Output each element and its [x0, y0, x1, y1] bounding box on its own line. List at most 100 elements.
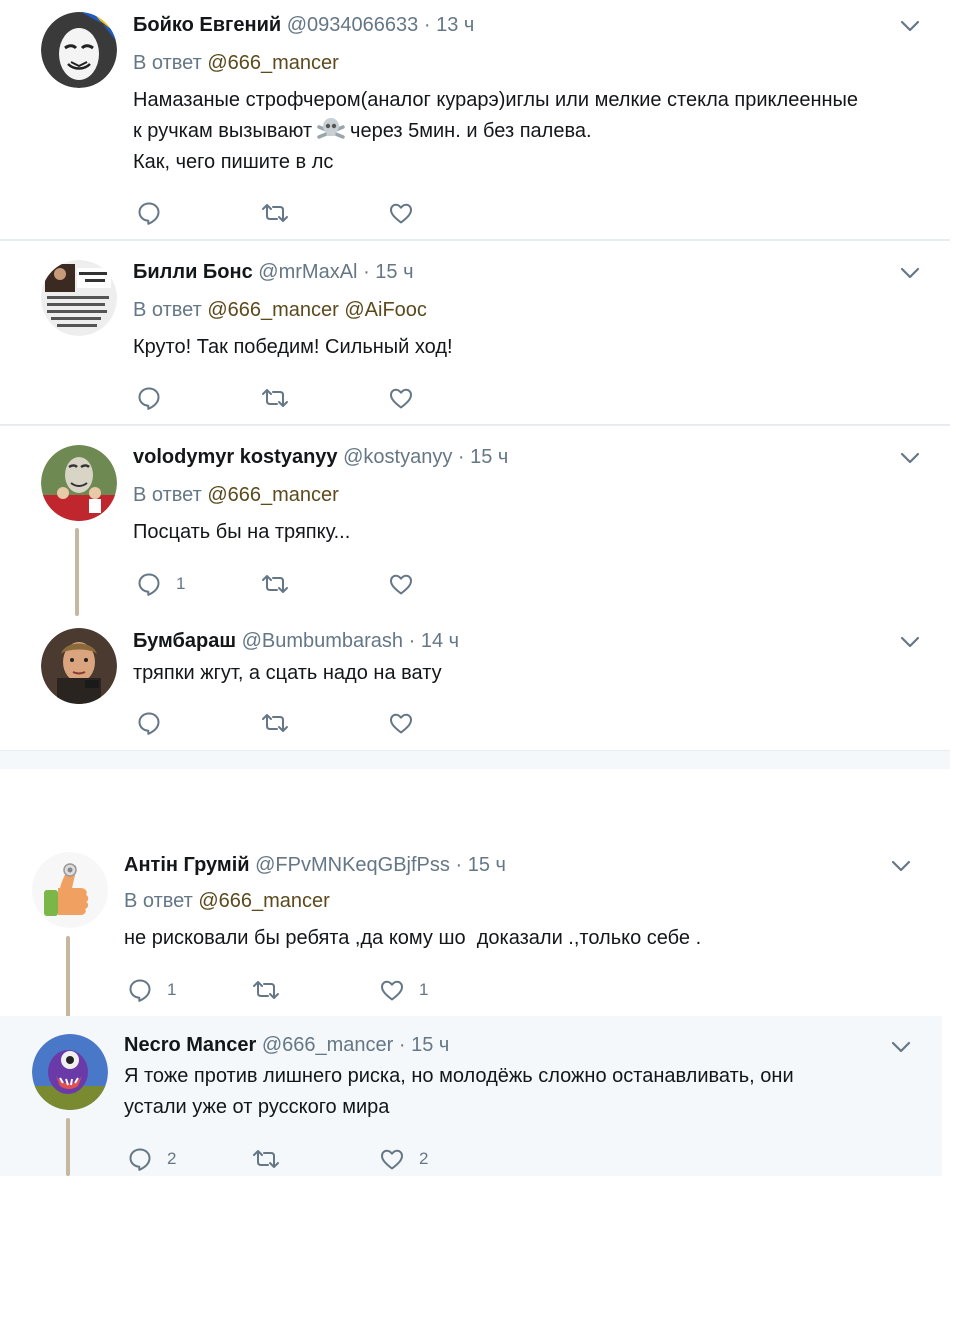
separator-dot: · — [423, 14, 431, 36]
mention-link[interactable]: @AiFooc — [344, 299, 427, 321]
like-button[interactable] — [388, 383, 428, 413]
reply-to-label: В ответ — [133, 484, 202, 506]
reply-button[interactable] — [136, 708, 176, 738]
tweet-text: Я тоже против лишнего риска, но молодёжь… — [124, 1061, 924, 1123]
avatar-image — [41, 628, 117, 704]
chevron-down-icon[interactable] — [899, 15, 921, 37]
tweet-actions: 1 1 — [127, 975, 527, 1005]
like-count: 2 — [419, 1149, 429, 1168]
mention-link[interactable]: @666_mancer — [207, 299, 338, 321]
author-name[interactable]: Билли Бонс — [133, 261, 253, 283]
reply-icon — [127, 977, 153, 1003]
retweet-button[interactable] — [260, 708, 304, 738]
thread-connector — [66, 936, 70, 1028]
reply-button[interactable]: 1 — [136, 569, 185, 599]
avatar-image — [32, 852, 108, 928]
tweet-actions: 1 — [136, 569, 536, 599]
reply-icon — [136, 200, 162, 226]
retweet-icon — [260, 710, 290, 736]
mention-link[interactable]: @666_mancer — [198, 890, 329, 912]
tweet-text-line: Намазаные строфчером(аналог курарэ)иглы … — [133, 89, 859, 111]
reply-count: 2 — [167, 1149, 177, 1168]
retweet-icon — [251, 977, 281, 1003]
separator-dot: · — [455, 854, 463, 876]
timestamp[interactable]: 15 ч — [375, 261, 413, 283]
avatar[interactable] — [41, 628, 117, 704]
tweet[interactable]: volodymyr kostyanyy @kostyanyy · 15 ч В … — [0, 426, 950, 616]
avatar[interactable] — [32, 852, 108, 928]
reply-button[interactable]: 2 — [127, 1144, 176, 1174]
timestamp[interactable]: 15 ч — [470, 446, 508, 468]
like-button[interactable] — [388, 569, 428, 599]
tweet[interactable]: Билли Бонс @mrMaxAl · 15 ч В ответ @666_… — [0, 241, 950, 423]
retweet-button[interactable] — [260, 383, 304, 413]
separator-dot: · — [457, 446, 465, 468]
chevron-down-icon[interactable] — [899, 447, 921, 469]
author-name[interactable]: Бумбараш — [133, 630, 236, 652]
tweet-text-fragment: к ручкам вызывают — [133, 120, 313, 142]
chevron-down-icon[interactable] — [890, 1036, 912, 1058]
tweet-highlighted[interactable]: Necro Mancer @666_mancer · 15 ч Я тоже п… — [0, 1016, 942, 1176]
author-name[interactable]: Бойко Евгений — [133, 14, 281, 36]
author-handle[interactable]: @666_mancer — [262, 1034, 393, 1056]
thread-divider — [0, 750, 950, 769]
reply-icon — [136, 385, 162, 411]
avatar-image — [32, 1034, 108, 1110]
tweet[interactable]: Бумбараш @Bumbumbarash · 14 ч тряпки жгу… — [0, 616, 950, 750]
reply-button[interactable]: 1 — [127, 975, 176, 1005]
author-handle[interactable]: @Bumbumbarash — [242, 630, 403, 652]
reply-button[interactable] — [136, 383, 176, 413]
avatar[interactable] — [32, 1034, 108, 1110]
thread-connector — [75, 528, 79, 616]
avatar[interactable] — [41, 12, 117, 88]
tweet-text: Намазаные строфчером(аналог курарэ)иглы … — [133, 85, 933, 178]
timestamp[interactable]: 14 ч — [421, 630, 459, 652]
retweet-button[interactable] — [251, 1144, 295, 1174]
reply-to-label: В ответ — [124, 890, 193, 912]
mention-link[interactable]: @666_mancer — [207, 484, 338, 506]
like-button[interactable] — [388, 198, 428, 228]
tweet-text: Посцать бы на тряпку... — [133, 521, 351, 543]
separator-dot: · — [408, 630, 416, 652]
chevron-down-icon[interactable] — [899, 262, 921, 284]
reply-count: 1 — [167, 980, 177, 999]
reply-icon — [127, 1146, 153, 1172]
retweet-button[interactable] — [260, 569, 304, 599]
author-handle[interactable]: @mrMaxAl — [258, 261, 357, 283]
like-button[interactable]: 1 — [379, 975, 428, 1005]
tweet-text: Круто! Так победим! Сильный ход! — [133, 336, 453, 358]
chevron-down-icon[interactable] — [899, 631, 921, 653]
retweet-button[interactable] — [260, 198, 304, 228]
author-name[interactable]: Necro Mancer — [124, 1034, 256, 1056]
tweet[interactable]: Бойко Евгений @0934066633 · 13 ч В ответ… — [0, 0, 950, 238]
tweet-text-line: устали уже от русского мира — [124, 1096, 390, 1118]
skull-and-crossbones-icon — [317, 118, 345, 139]
avatar[interactable] — [41, 445, 117, 521]
timestamp[interactable]: 13 ч — [436, 14, 474, 36]
like-button[interactable]: 2 — [379, 1144, 428, 1174]
mention-link[interactable]: @666_mancer — [207, 52, 338, 74]
timestamp[interactable]: 15 ч — [411, 1034, 449, 1056]
tweet-text-line: Я тоже против лишнего риска, но молодёжь… — [124, 1065, 794, 1087]
author-handle[interactable]: @kostyanyy — [343, 446, 452, 468]
chevron-down-icon[interactable] — [890, 855, 912, 877]
tweet-actions: 2 2 — [127, 1144, 527, 1174]
avatar-image — [41, 12, 117, 88]
like-icon — [379, 977, 405, 1003]
tweet-actions — [136, 708, 536, 738]
retweet-icon — [260, 200, 290, 226]
reply-to-label: В ответ — [133, 299, 202, 321]
author-name[interactable]: Антін Грумій — [124, 854, 250, 876]
avatar[interactable] — [41, 260, 117, 336]
timestamp[interactable]: 15 ч — [468, 854, 506, 876]
retweet-icon — [260, 571, 290, 597]
tweet[interactable]: Антін Грумій @FPvMNKeqGBjfPss · 15 ч В о… — [0, 840, 950, 1028]
reply-button[interactable] — [136, 198, 176, 228]
like-button[interactable] — [388, 708, 428, 738]
author-handle[interactable]: @0934066633 — [287, 14, 419, 36]
author-handle[interactable]: @FPvMNKeqGBjfPss — [255, 854, 450, 876]
reply-to-label: В ответ — [133, 52, 202, 74]
retweet-icon — [251, 1146, 281, 1172]
retweet-button[interactable] — [251, 975, 295, 1005]
author-name[interactable]: volodymyr kostyanyy — [133, 446, 338, 468]
